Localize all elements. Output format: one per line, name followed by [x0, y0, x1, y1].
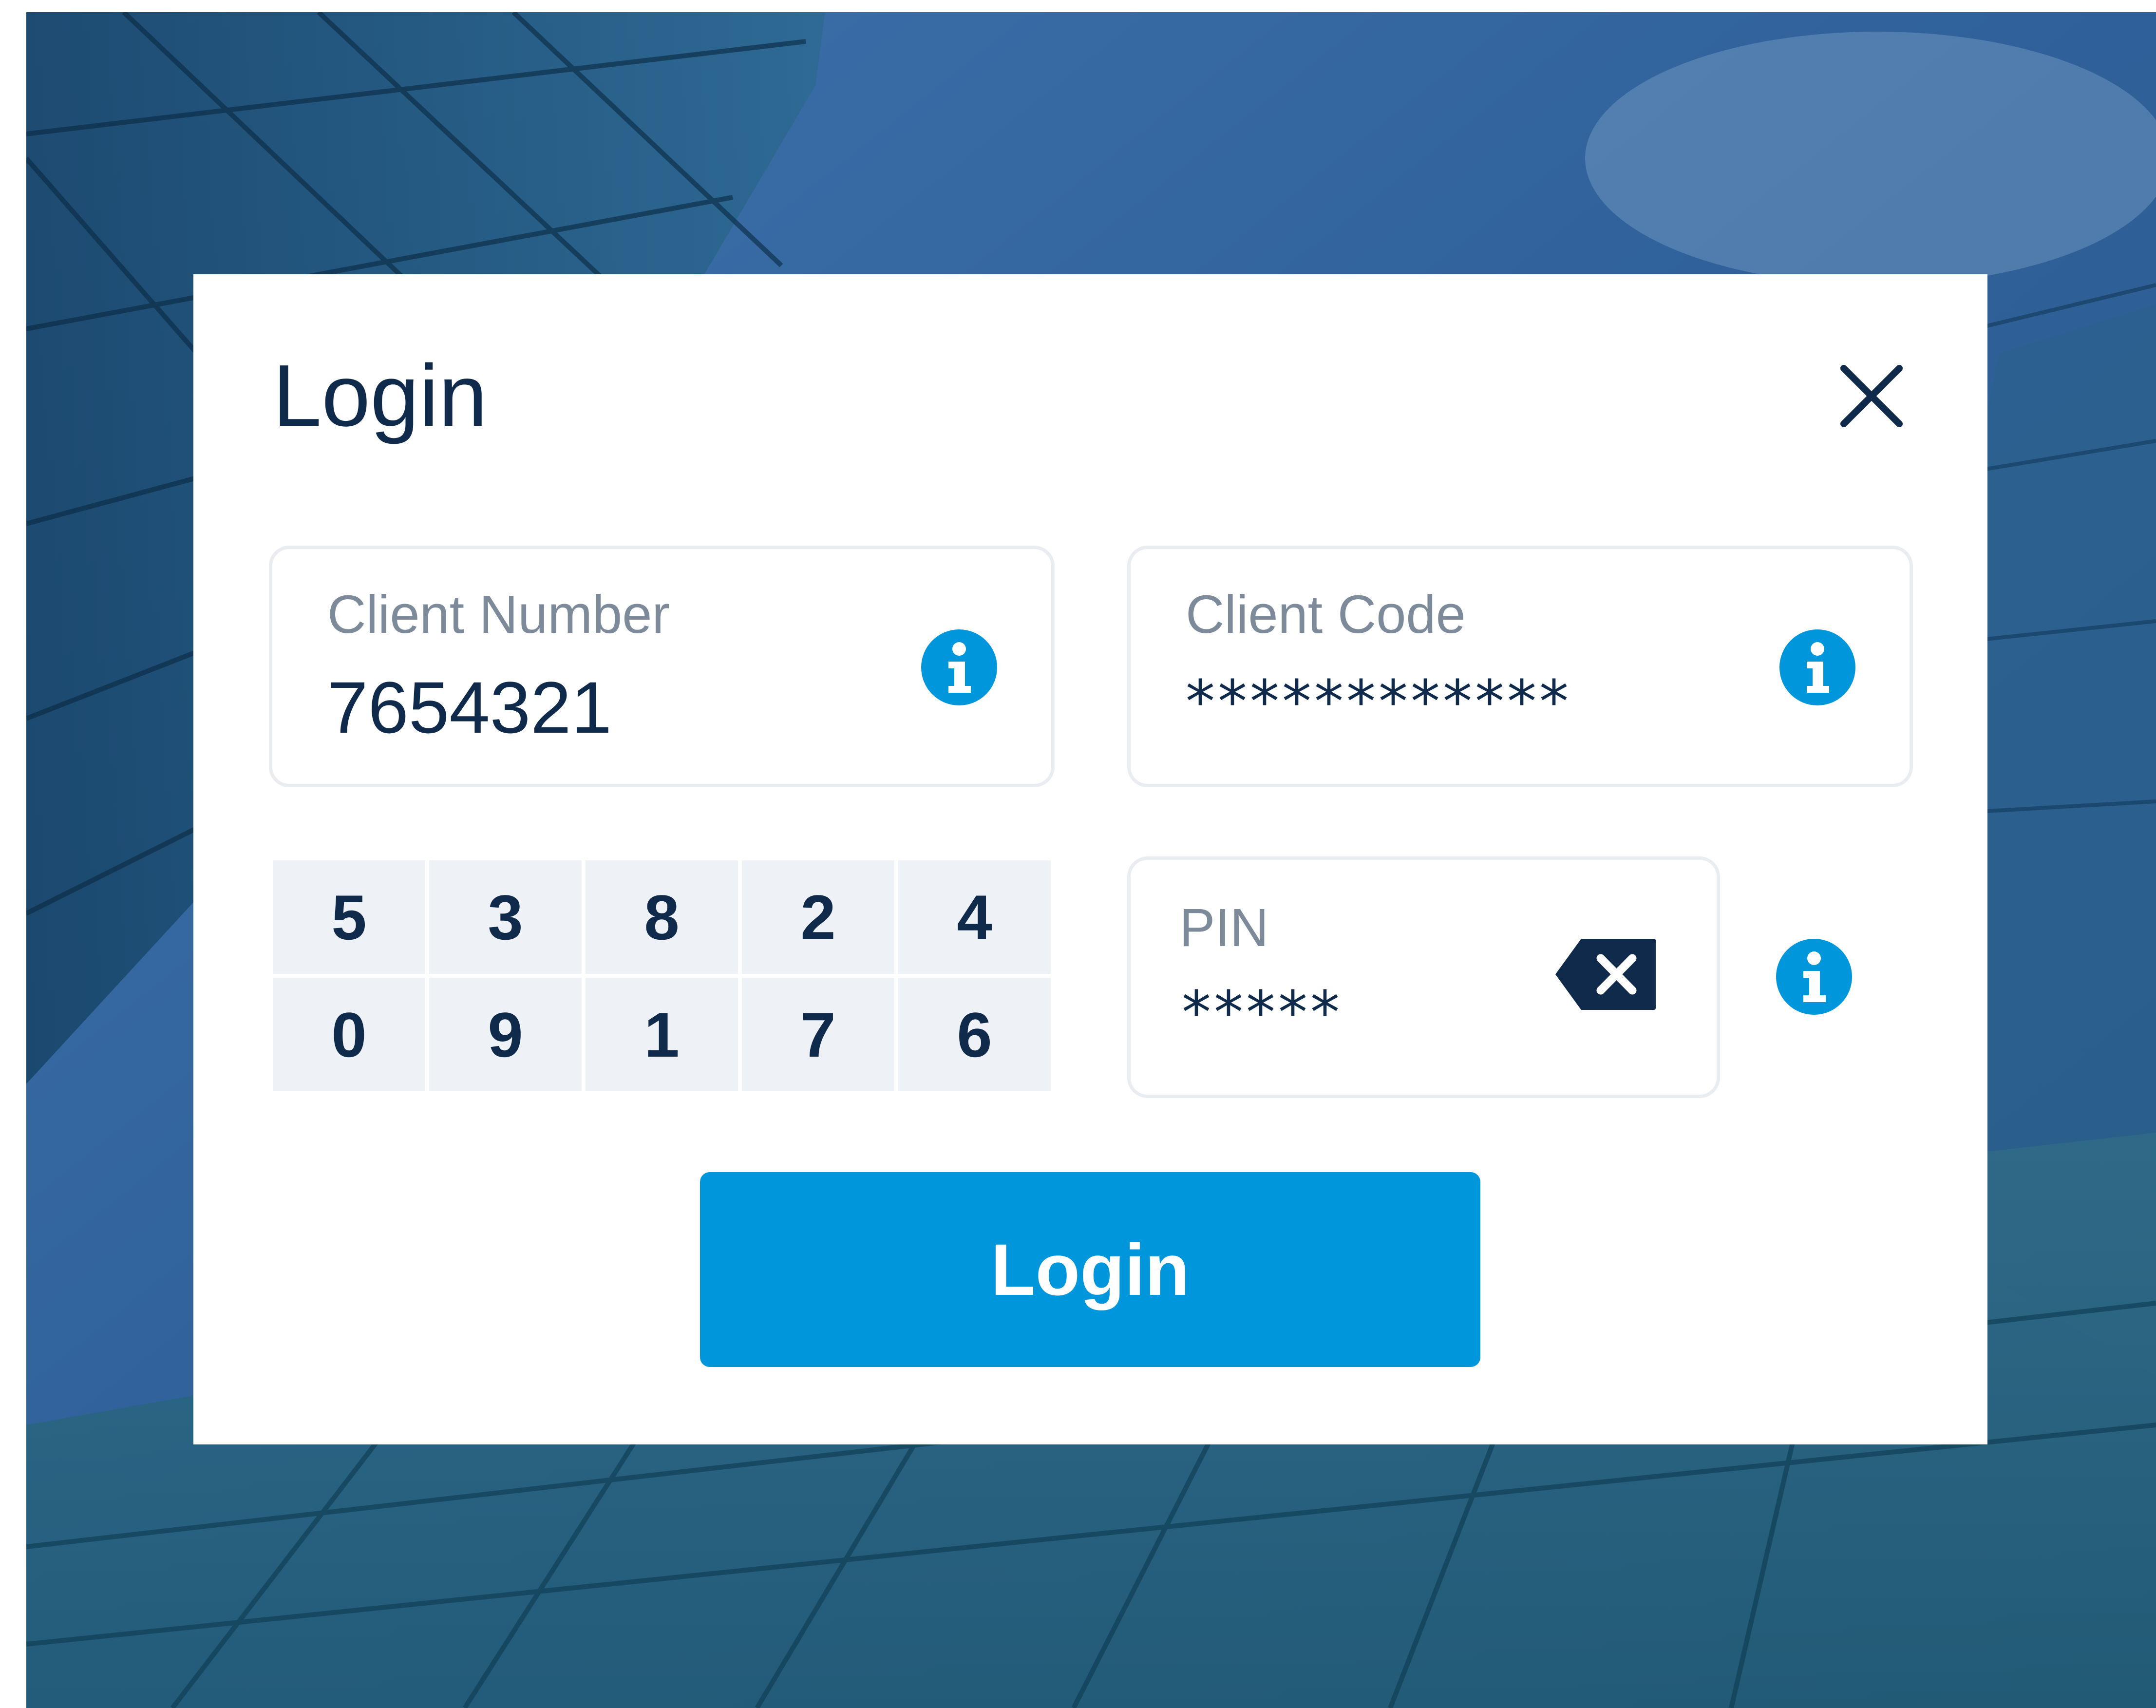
client-code-field[interactable]: Client Code ************: [1127, 546, 1913, 787]
backspace-icon: [1555, 939, 1656, 1010]
login-button[interactable]: Login: [700, 1172, 1480, 1367]
login-dialog: Login Client Number 7654321 Client Code …: [193, 274, 1987, 1444]
client-number-value: 7654321: [327, 666, 612, 748]
info-icon: [1776, 939, 1852, 1015]
pin-keypad: 5 3 8 2 4 0 9 1 7 6: [273, 860, 1051, 1091]
info-icon: [1779, 629, 1855, 705]
pin-backspace-button[interactable]: [1554, 938, 1657, 1011]
close-icon: [1840, 365, 1903, 427]
client-code-value: ************: [1186, 668, 1571, 736]
client-number-field[interactable]: Client Number 7654321: [269, 546, 1055, 787]
keypad-key[interactable]: 1: [586, 978, 738, 1091]
pin-info-button[interactable]: [1775, 938, 1853, 1016]
keypad-key[interactable]: 6: [898, 978, 1051, 1091]
client-code-label: Client Code: [1186, 585, 1466, 645]
info-icon: [921, 629, 997, 705]
pin-value: *****: [1182, 979, 1343, 1047]
keypad-key[interactable]: 0: [273, 978, 425, 1091]
keypad-key[interactable]: 4: [898, 860, 1051, 974]
keypad-key[interactable]: 2: [742, 860, 894, 974]
client-code-info-button[interactable]: [1778, 628, 1856, 706]
keypad-key[interactable]: 5: [273, 860, 425, 974]
close-button[interactable]: [1835, 360, 1908, 433]
dialog-title: Login: [273, 347, 488, 445]
client-number-info-button[interactable]: [920, 628, 998, 706]
client-number-label: Client Number: [327, 585, 670, 645]
pin-label: PIN: [1179, 898, 1269, 958]
keypad-key[interactable]: 3: [429, 860, 582, 974]
keypad-key[interactable]: 7: [742, 978, 894, 1091]
pin-field[interactable]: PIN *****: [1127, 856, 1720, 1098]
keypad-key[interactable]: 9: [429, 978, 582, 1091]
keypad-key[interactable]: 8: [586, 860, 738, 974]
